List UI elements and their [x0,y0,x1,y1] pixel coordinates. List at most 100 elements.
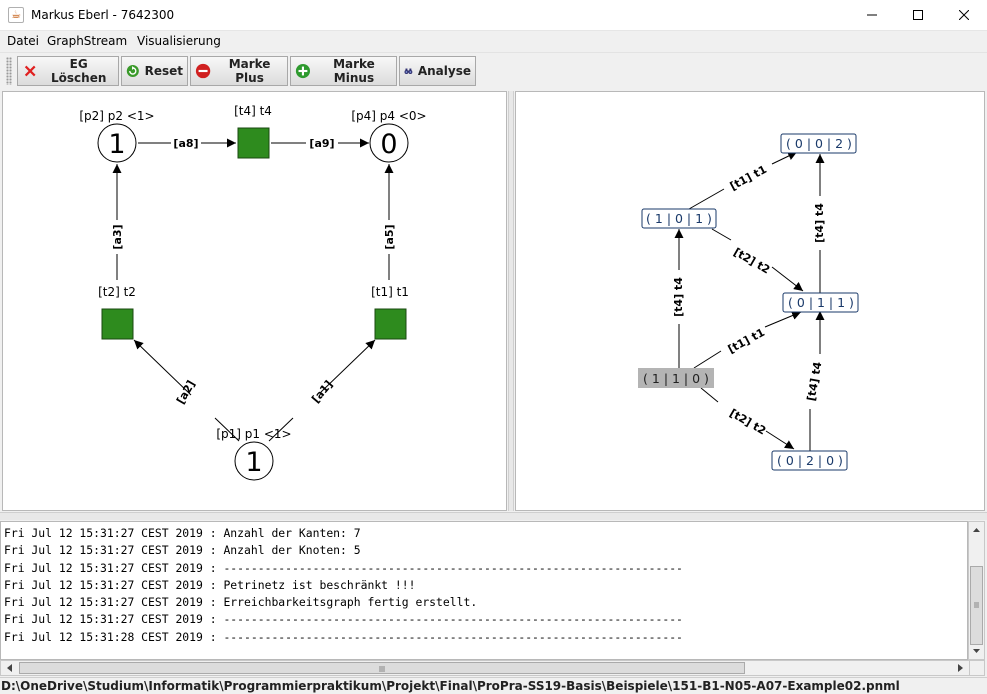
close-window-button[interactable] [941,0,987,31]
file-path: D:\OneDrive\Studium\Informatik\Programmi… [1,679,900,693]
grip-icon [974,602,979,608]
console-horizontal-scrollbar[interactable] [0,660,985,676]
reachability-graph-canvas[interactable]: [t1] t1 [t4] t4 [t2] t2 [t4] t4 [t1] t1 … [516,92,984,510]
log-line: Fri Jul 12 15:31:27 CEST 2019 : --------… [4,612,683,627]
log-line: Fri Jul 12 15:31:27 CEST 2019 : Petrinet… [4,577,416,592]
plus-circle-icon [295,63,311,79]
menu-bar: Datei GraphStream Visualisierung [0,31,987,52]
vertical-scroll-thumb[interactable] [970,566,983,645]
chevron-up-icon [973,528,980,532]
eg-loeschen-label: EG Löschen [51,57,107,85]
menu-visualisierung[interactable]: Visualisierung [137,34,221,48]
refresh-icon [126,64,139,78]
marke-minus-button[interactable]: Marke Minus [290,56,397,86]
transition-t1[interactable]: [t1] t1 [371,285,409,340]
close-icon [959,10,969,20]
log-line: Fri Jul 12 15:31:27 CEST 2019 : Erreichb… [4,595,478,610]
arc-a9[interactable]: [a9] [271,137,369,150]
transition-label-t2: [t2] t2 [98,285,136,299]
edge-label-t4-right-bottom: [t4] t4 [805,360,825,402]
arc-label-a5: [a5] [383,224,396,249]
chevron-down-icon [973,649,980,653]
reset-label: Reset [144,64,183,78]
edge-label-t4-left: [t4] t4 [672,277,685,317]
edge-label-t2-bottom: [t2] t2 [727,406,768,437]
menu-graphstream[interactable]: GraphStream [47,34,127,48]
marke-minus-label: Marke Minus [333,57,375,85]
edge-011-to-002[interactable]: [t4] t4 [813,154,826,293]
close-x-icon [24,65,36,77]
console-vertical-scrollbar[interactable] [968,521,985,660]
marke-plus-label: Marke Plus [228,57,271,85]
petri-net-panel[interactable]: [a8] [a9] [a3] [a5] [a2] [a1] [p2] p2 <1… [2,91,507,511]
edge-label-t1-bottom: [t1] t1 [726,326,767,356]
arc-a3[interactable]: [a3] [111,164,124,280]
scroll-down-arrow[interactable] [969,643,984,659]
transition-t2[interactable]: [t2] t2 [98,285,136,340]
log-line: Fri Jul 12 15:31:27 CEST 2019 : --------… [4,560,683,575]
scroll-corner [969,661,984,675]
place-tokens-p1: 1 [245,447,262,478]
minimize-icon [867,14,877,16]
state-node-101[interactable]: ( 1 | 0 | 1 ) [641,208,717,229]
arc-a2[interactable]: [a2] [133,339,240,442]
edge-label-t2-middle: [t2] t2 [731,245,772,276]
arc-label-a8: [a8] [173,137,198,150]
transition-label-t1: [t1] t1 [371,285,409,299]
arc-a8[interactable]: [a8] [138,137,236,150]
state-node-002[interactable]: ( 0 | 0 | 2 ) [780,133,857,154]
minimize-button[interactable] [849,0,895,31]
menu-datei[interactable]: Datei [7,34,39,48]
title-bar: ☕ Markus Eberl - 7642300 [0,0,987,31]
place-label-p2: [p2] p2 <1> [79,109,154,123]
eg-loeschen-button[interactable]: EG Löschen [17,56,119,86]
chevron-left-icon[interactable] [2,661,18,675]
arc-a1[interactable]: [a1] [268,339,376,442]
reachability-graph-panel[interactable]: [t1] t1 [t4] t4 [t2] t2 [t4] t4 [t1] t1 … [515,91,985,511]
scroll-up-arrow[interactable] [969,522,984,538]
edge-label-t1-top: [t1] t1 [728,163,769,193]
vertical-split-handle[interactable] [508,91,514,511]
minus-circle-icon [195,63,211,79]
arc-label-a9: [a9] [309,137,334,150]
grip-icon [379,666,385,672]
maximize-button[interactable] [895,0,941,31]
horizontal-split-handle[interactable] [0,512,987,520]
chevron-right-icon[interactable] [952,661,968,675]
place-p1[interactable]: [p1] p1 <1> 1 [216,427,292,481]
java-app-icon: ☕ [8,7,24,23]
edge-110-to-101[interactable]: [t4] t4 [672,229,685,368]
edge-101-to-002[interactable]: [t1] t1 [688,151,798,210]
analyse-button[interactable]: Analyse [399,56,476,86]
toolbar: EG Löschen Reset Marke Plus Marke Minus [0,52,987,89]
state-label-002: ( 0 | 0 | 2 ) [786,136,852,151]
edge-label-t4-right-top: [t4] t4 [813,203,826,243]
log-line: Fri Jul 12 15:31:28 CEST 2019 : --------… [4,629,683,644]
state-label-101: ( 1 | 0 | 1 ) [646,211,712,226]
transition-t4[interactable]: [t4] t4 [234,104,272,159]
state-node-020[interactable]: ( 0 | 2 | 0 ) [771,450,848,471]
binoculars-icon [404,68,413,74]
place-tokens-p2: 1 [108,129,125,160]
toolbar-grip[interactable] [6,57,12,85]
place-tokens-p4: 0 [380,129,397,160]
state-node-110-current[interactable]: ( 1 | 1 | 0 ) [638,368,714,388]
edge-110-to-020[interactable]: [t2] t2 [700,387,795,450]
horizontal-scroll-thumb[interactable] [19,662,745,674]
marke-plus-button[interactable]: Marke Plus [190,56,288,86]
edge-101-to-011[interactable]: [t2] t2 [711,228,804,292]
transition-label-t4: [t4] t4 [234,104,272,118]
place-p2[interactable]: [p2] p2 <1> 1 [79,109,155,163]
arc-a5[interactable]: [a5] [383,164,396,280]
petri-net-canvas[interactable]: [a8] [a9] [a3] [a5] [a2] [a1] [p2] p2 <1… [3,92,506,510]
arc-label-a3: [a3] [111,224,124,249]
edge-020-to-011[interactable]: [t4] t4 [805,311,825,451]
reset-button[interactable]: Reset [121,56,188,86]
state-label-011: ( 0 | 1 | 1 ) [788,295,854,310]
window-title: Markus Eberl - 7642300 [31,8,175,22]
state-node-011[interactable]: ( 0 | 1 | 1 ) [782,292,859,313]
log-console[interactable]: Fri Jul 12 15:31:27 CEST 2019 : Anzahl d… [0,521,968,660]
place-p4[interactable]: [p4] p4 <0> 0 [351,109,427,163]
edge-110-to-011[interactable]: [t1] t1 [693,311,802,369]
state-label-020: ( 0 | 2 | 0 ) [777,453,843,468]
